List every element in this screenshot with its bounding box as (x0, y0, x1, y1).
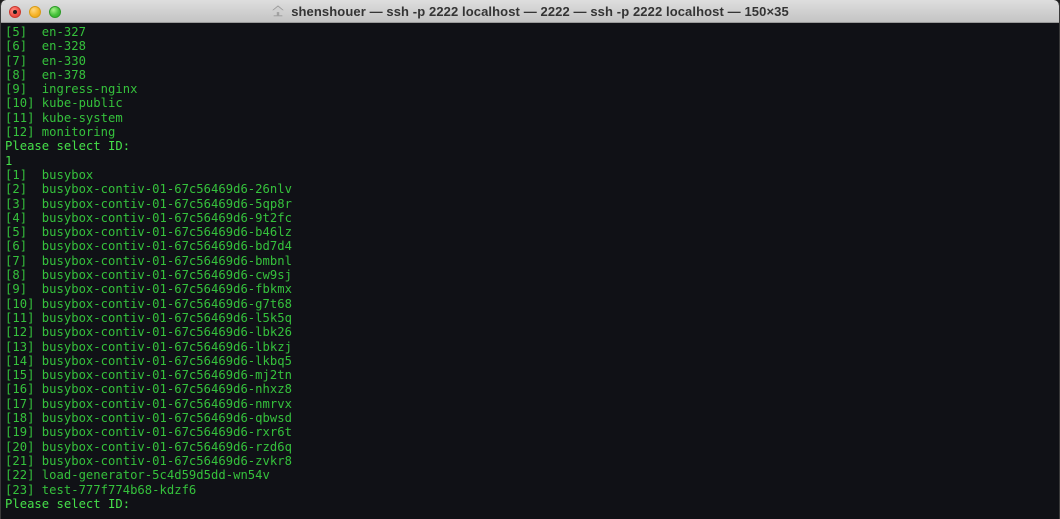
window-title: shenshouer — ssh -p 2222 localhost — 222… (291, 3, 789, 19)
terminal-list-item: [22] load-generator-5c4d59d5dd-wn54v (5, 468, 270, 483)
terminal-list-item: [6] busybox-contiv-01-67c56469d6-bd7d4 (5, 239, 292, 254)
terminal-list-item: [10] kube-public (5, 96, 123, 111)
terminal-list-item: [5] busybox-contiv-01-67c56469d6-b46lz (5, 225, 292, 240)
terminal-list-item: [7] en-330 (5, 53, 86, 68)
maximize-button[interactable] (49, 5, 61, 18)
terminal-list-item: [17] busybox-contiv-01-67c56469d6-nmrvx (5, 396, 292, 411)
terminal-list-item: [13] busybox-contiv-01-67c56469d6-lbkzj (5, 339, 292, 354)
window-titlebar[interactable]: shenshouer — ssh -p 2222 localhost — 222… (1, 0, 1059, 23)
terminal-list-item: [18] busybox-contiv-01-67c56469d6-qbwsd (5, 411, 292, 426)
terminal-prompt-line: Please select ID: (5, 139, 131, 154)
terminal-list-item: [12] busybox-contiv-01-67c56469d6-lbk26 (5, 325, 292, 340)
minimize-button[interactable] (29, 5, 41, 18)
terminal-output[interactable]: [5] en-327 [6] en-328 [7] en-330 [8] en-378… (1, 23, 1059, 519)
home-icon (272, 5, 284, 17)
terminal-list-item: [8] en-378 (5, 67, 86, 82)
terminal-list-item: [14] busybox-contiv-01-67c56469d6-lkbq5 (5, 353, 292, 368)
terminal-list-item: [3] busybox-contiv-01-67c56469d6-5qp8r (5, 196, 292, 211)
terminal-list-item: [16] busybox-contiv-01-67c56469d6-nhxz8 (5, 382, 292, 397)
terminal-list-item: [4] busybox-contiv-01-67c56469d6-9t2fc (5, 210, 292, 225)
terminal-prompt-line: Please select ID: (5, 496, 131, 511)
close-button[interactable] (9, 5, 21, 18)
terminal-list-item: [11] kube-system (5, 110, 123, 125)
terminal-list-item: [12] monitoring (5, 125, 116, 140)
terminal-input-line: 1 (5, 153, 13, 168)
terminal-list-item: [10] busybox-contiv-01-67c56469d6-g7t68 (5, 296, 292, 311)
terminal-list-item: [2] busybox-contiv-01-67c56469d6-26nlv (5, 182, 292, 197)
terminal-list-item: [23] test-777f774b68-kdzf6 (5, 482, 197, 497)
terminal-list-item: [15] busybox-contiv-01-67c56469d6-mj2tn (5, 368, 292, 383)
terminal-list-item: [9] busybox-contiv-01-67c56469d6-fbkmx (5, 282, 292, 297)
window-title-group: shenshouer — ssh -p 2222 localhost — 222… (1, 4, 1059, 19)
terminal-list-item: [1] busybox (5, 167, 94, 182)
terminal-list-item: [9] ingress-nginx (5, 82, 138, 97)
terminal-list-item: [21] busybox-contiv-01-67c56469d6-zvkr8 (5, 453, 292, 468)
terminal-list-item: [20] busybox-contiv-01-67c56469d6-rzd6q (5, 439, 292, 454)
terminal-list-item: [5] en-327 (5, 25, 86, 39)
terminal-list-item: [6] en-328 (5, 39, 86, 54)
terminal-list-item: [11] busybox-contiv-01-67c56469d6-l5k5q (5, 310, 292, 325)
terminal-list-item: [7] busybox-contiv-01-67c56469d6-bmbnl (5, 253, 292, 268)
terminal-list-item: [19] busybox-contiv-01-67c56469d6-rxr6t (5, 425, 292, 440)
terminal-list-item: [8] busybox-contiv-01-67c56469d6-cw9sj (5, 268, 292, 283)
terminal-window: shenshouer — ssh -p 2222 localhost — 222… (0, 0, 1060, 519)
window-controls (9, 0, 61, 23)
